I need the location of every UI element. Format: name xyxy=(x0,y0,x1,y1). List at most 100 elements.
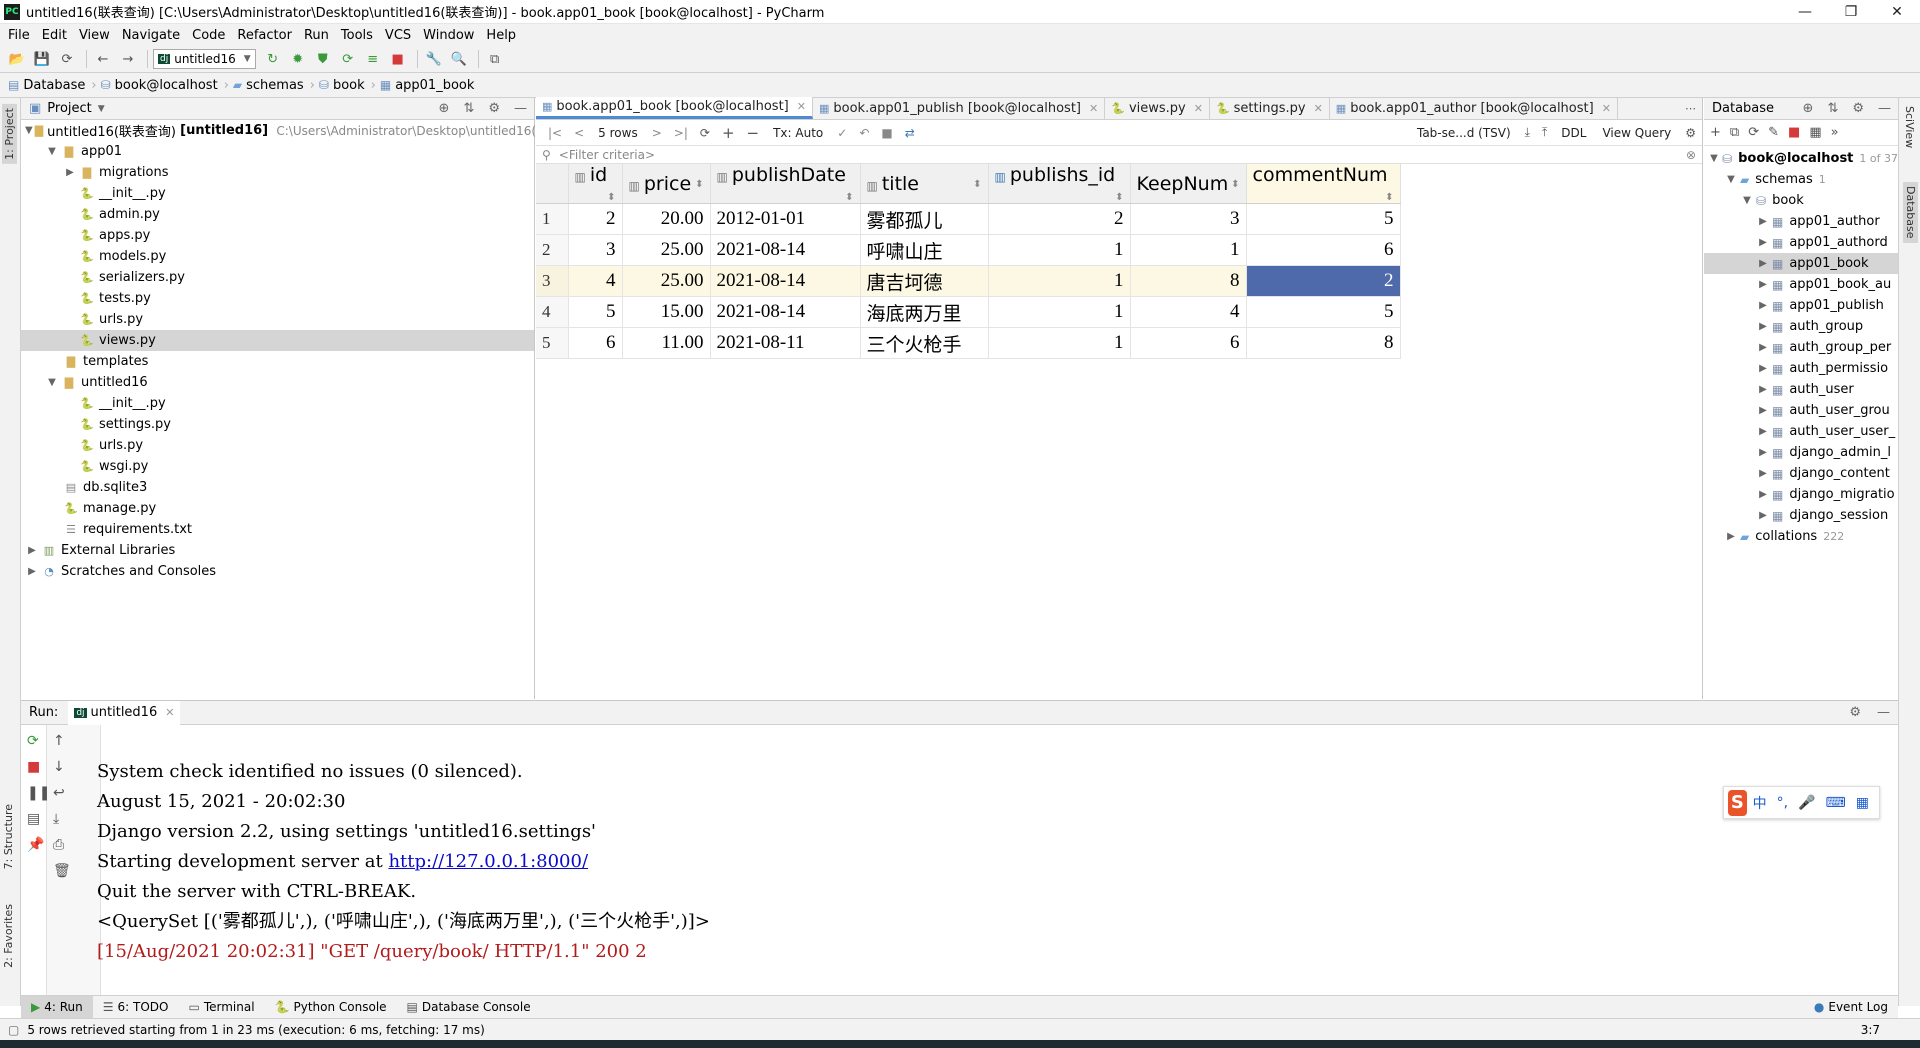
collapse-all-icon[interactable]: ⇅ xyxy=(1827,101,1838,116)
copy-icon[interactable]: ⧉ xyxy=(1730,125,1739,140)
prev-page-icon[interactable]: < xyxy=(574,126,584,140)
close-icon[interactable]: ✕ xyxy=(165,706,174,719)
cell-title[interactable]: 三个火枪手 xyxy=(860,327,989,359)
wrench-icon[interactable]: 🔧 xyxy=(423,48,445,70)
first-page-icon[interactable]: |< xyxy=(548,126,562,140)
tree-item-file[interactable]: 🐍 manage.py xyxy=(21,498,534,519)
cell-publishs-id[interactable]: 1 xyxy=(988,234,1131,266)
table-row-current[interactable]: 3 4 25.00 2021-08-14 唐吉坷德 1 8 2 xyxy=(536,265,1401,297)
db-table-item[interactable]: ▶ ▦ auth_group xyxy=(1704,316,1898,337)
menu-run[interactable]: Run xyxy=(298,28,335,43)
run-tab-untitled16[interactable]: dj untitled16 ✕ xyxy=(68,700,181,725)
cell-publishdate[interactable]: 2012-01-01 xyxy=(710,203,861,235)
delete-row-icon[interactable]: − xyxy=(747,124,760,142)
column-header-keepnum[interactable]: KeepNum ⬍ xyxy=(1130,164,1247,204)
tree-item-untitled16[interactable]: ▼ ▇ untitled16 xyxy=(21,372,534,393)
cell-publishs-id[interactable]: 1 xyxy=(988,327,1131,359)
db-schema-book[interactable]: ▼ ⛁ book xyxy=(1704,190,1898,211)
tab-todo[interactable]: ☰ 6: TODO xyxy=(93,996,179,1019)
tab-app01-publish[interactable]: ▦ book.app01_publish [book@localhost] ✕ xyxy=(813,97,1106,119)
cell-publishs-id[interactable]: 1 xyxy=(988,265,1131,297)
tree-root[interactable]: ▼ ▇ untitled16(联表查询) [untitled16] C:\Users… xyxy=(21,120,560,141)
cell-title[interactable]: 唐吉坷德 xyxy=(860,265,989,297)
tabs-overflow-icon[interactable]: ⋯ xyxy=(1679,97,1702,119)
breadcrumb-table[interactable]: ▦ app01_book xyxy=(380,78,475,93)
cell-publishdate[interactable]: 2021-08-14 xyxy=(710,296,861,328)
close-icon[interactable]: ✕ xyxy=(1089,102,1098,115)
cursor-position[interactable]: 3:7 xyxy=(1861,1023,1880,1037)
grid-icon[interactable]: ▦ xyxy=(1856,795,1869,811)
compare-icon[interactable]: ⇄ xyxy=(905,126,915,140)
gear-icon[interactable]: ⚙ xyxy=(1685,126,1696,140)
microphone-icon[interactable]: 🎤 xyxy=(1798,795,1815,811)
export-format-select[interactable]: Tab-se...d (TSV) xyxy=(1417,126,1511,140)
concurrency-icon[interactable]: ≡ xyxy=(362,48,384,70)
refresh-icon[interactable]: ⟳ xyxy=(700,126,710,140)
soft-wrap-icon[interactable]: ↩ xyxy=(53,785,65,801)
cell-id[interactable]: 4 xyxy=(568,265,623,297)
db-table-item[interactable]: ▶ ▦ auth_user_user_ xyxy=(1704,421,1898,442)
sync-icon[interactable]: ⟳ xyxy=(56,48,78,70)
menu-edit[interactable]: Edit xyxy=(36,28,73,43)
locate-icon[interactable]: ⊕ xyxy=(1803,101,1814,116)
tree-item-templates[interactable]: ▇ templates xyxy=(21,351,534,372)
db-table-item[interactable]: ▶ ▦ auth_permissio xyxy=(1704,358,1898,379)
tab-run[interactable]: ▶ 4: Run xyxy=(21,995,93,1019)
tree-item-file[interactable]: 🐍 urls.py xyxy=(21,309,534,330)
tree-item-scratches[interactable]: ▶ ◔ Scratches and Consoles xyxy=(21,561,534,582)
menu-tools[interactable]: Tools xyxy=(335,28,379,43)
tab-sciview[interactable]: SciView xyxy=(1903,106,1916,148)
tree-item-file[interactable]: 🐍 wsgi.py xyxy=(21,456,534,477)
close-icon[interactable]: ✕ xyxy=(1314,102,1323,115)
cell-publishs-id[interactable]: 2 xyxy=(988,203,1131,235)
menu-window[interactable]: Window xyxy=(417,28,480,43)
table-row[interactable]: 1 2 20.00 2012-01-01 雾都孤儿 2 3 5 xyxy=(536,203,1401,235)
tx-mode-select[interactable]: Tx: Auto xyxy=(773,126,823,140)
cell-id[interactable]: 5 xyxy=(568,296,623,328)
sort-icon[interactable]: ⬍ xyxy=(845,192,853,203)
table-view-icon[interactable]: ▦ xyxy=(1809,125,1821,140)
db-schemas[interactable]: ▼ ▰ schemas 1 xyxy=(1704,169,1898,190)
db-table-item[interactable]: ▶ ▦ django_admin_l xyxy=(1704,442,1898,463)
cell-commentnum[interactable]: 5 xyxy=(1246,296,1401,328)
tab-app01-author[interactable]: ▦ book.app01_author [book@localhost] ✕ xyxy=(1330,97,1618,119)
tab-favorites[interactable]: 2: Favorites xyxy=(2,904,15,968)
tree-item-app01[interactable]: ▼ ▇ app01 xyxy=(21,141,534,162)
keyboard-icon[interactable]: ⌨ xyxy=(1826,795,1846,811)
cell-price[interactable]: 25.00 xyxy=(622,265,711,297)
cell-commentnum[interactable]: 8 xyxy=(1246,327,1401,359)
next-page-icon[interactable]: > xyxy=(652,126,662,140)
db-table-item[interactable]: ▶ ▦ app01_publish xyxy=(1704,295,1898,316)
ime-punct[interactable]: °, xyxy=(1777,795,1788,811)
tab-python-console[interactable]: 🐍 Python Console xyxy=(265,996,397,1019)
filter-input[interactable]: <Filter criteria> xyxy=(559,148,655,162)
stop-icon[interactable]: ■ xyxy=(27,759,40,775)
gear-icon[interactable]: ⚙ xyxy=(1849,705,1861,720)
db-table-item[interactable]: ▶ ▦ app01_authord xyxy=(1704,232,1898,253)
pin-icon[interactable]: 📌 xyxy=(27,837,44,853)
column-header-publishdate[interactable]: ▥ publishDate ⬍ xyxy=(710,164,861,204)
db-table-item[interactable]: ▶ ▦ django_content xyxy=(1704,463,1898,484)
layout-icon[interactable]: ▤ xyxy=(27,811,40,827)
cell-price[interactable]: 25.00 xyxy=(622,234,711,266)
row-number[interactable]: 4 xyxy=(536,296,569,328)
close-icon[interactable]: ✕ xyxy=(797,100,806,113)
sort-icon[interactable]: ⬍ xyxy=(1231,179,1239,190)
add-icon[interactable]: + xyxy=(1710,125,1721,140)
cell-publishs-id[interactable]: 1 xyxy=(988,296,1131,328)
hide-icon[interactable]: — xyxy=(1877,705,1890,720)
menu-vcs[interactable]: VCS xyxy=(379,28,417,43)
filter-bar[interactable]: ⚲ <Filter criteria> ⊗ xyxy=(536,146,1702,164)
rows-count[interactable]: 5 rows xyxy=(598,126,638,140)
column-header-price[interactable]: ▥ price ⬍ xyxy=(622,164,711,204)
add-row-icon[interactable]: + xyxy=(722,124,735,142)
cell-keepnum[interactable]: 1 xyxy=(1130,234,1247,266)
rollback-icon[interactable]: ↶ xyxy=(859,126,869,140)
menu-code[interactable]: Code xyxy=(186,28,231,43)
breadcrumb-schemas[interactable]: ▰ schemas › xyxy=(233,78,315,93)
more-icon[interactable]: » xyxy=(1831,125,1839,140)
menu-view[interactable]: View xyxy=(73,28,116,43)
column-header-commentnum[interactable]: commentNum ⬍ xyxy=(1246,164,1401,204)
coverage-icon[interactable]: ⛊ xyxy=(312,48,334,70)
hide-icon[interactable]: — xyxy=(514,101,527,116)
